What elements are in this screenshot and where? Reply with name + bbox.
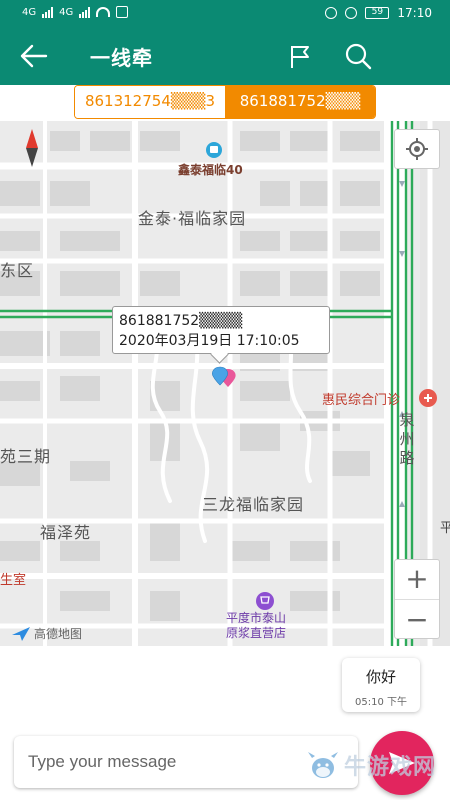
compass-icon[interactable] [24, 129, 40, 167]
message-bubble[interactable]: 你好 05:10 下午 [342, 658, 420, 712]
flag-icon[interactable] [284, 40, 316, 72]
back-arrow-icon[interactable] [18, 42, 50, 70]
locate-icon [406, 138, 428, 160]
amap-logo: 高德地图 [12, 625, 82, 642]
device-option-1[interactable]: 861312754▒▒▒3 [75, 86, 225, 118]
poi-label-hospital: 惠民综合门诊 [322, 393, 401, 408]
watermark-text: 牛游戏网 [344, 755, 437, 780]
zoom-out-button[interactable]: − [395, 599, 439, 639]
road-label-quanzhou: 泉州路 [399, 411, 415, 467]
status-left: 4G 4G [22, 6, 129, 18]
area-label-health: 生室 [0, 573, 27, 588]
chat-messages: 你好 05:10 下午 [0, 646, 450, 730]
area-label-phase3: 苑三期 [0, 447, 52, 466]
message-time: 05:10 下午 [355, 697, 407, 708]
search-icon[interactable] [342, 40, 374, 72]
message-text: 你好 [365, 668, 396, 686]
signal-icon [42, 6, 54, 18]
device-toggle: 861312754▒▒▒3 861881752▒▒▒ [74, 85, 376, 119]
app-screen: 4G 4G 59 17:10 一线牵 861312754▒▒▒3 8618817… [0, 0, 450, 800]
area-label-jintai: 金泰·福临家园 [138, 209, 247, 228]
signal-label-1: 4G [22, 6, 37, 18]
area-label-edge: 平 [440, 521, 450, 536]
area-label-fuze: 福泽苑 [40, 523, 92, 542]
watermark-cow-icon [308, 752, 338, 778]
mute-icon [345, 7, 358, 19]
status-bar: 4G 4G 59 17:10 [0, 0, 450, 28]
area-label-east: 东区 [0, 261, 35, 280]
poi-label-shop-line2: 原浆直营店 [226, 626, 287, 640]
locate-me-button[interactable] [394, 129, 440, 169]
poi-label-top: 鑫泰福临40 [178, 163, 243, 177]
wifi-icon [96, 7, 111, 17]
device-location-popup[interactable]: 861881752▒▒▒▒ 2020年03月19日 17:10:05 [112, 306, 330, 354]
signal-icon-2 [79, 6, 91, 18]
page-title: 一线牵 [90, 46, 153, 70]
signal-label-2: 4G [59, 6, 74, 18]
status-right: 59 17:10 [325, 6, 432, 20]
device-option-2[interactable]: 861881752▒▒▒ [225, 86, 375, 118]
zoom-controls: + − [394, 559, 440, 639]
app-bar: 一线牵 [0, 28, 450, 758]
zoom-in-button[interactable]: + [395, 559, 439, 599]
map-view[interactable]: 鑫泰福临40 金泰·福临家园 东区 861881752▒▒▒▒ 2020年03月… [0, 121, 450, 646]
watermark: 牛游戏网 [306, 748, 436, 782]
battery-icon: 59 [365, 7, 390, 19]
poi-label-shop: 平度市泰山 原浆直营店 [226, 611, 286, 641]
map-streets [0, 121, 450, 646]
area-label-sanlong: 三龙福临家园 [202, 495, 305, 514]
amap-logo-icon [12, 626, 30, 641]
poi-label-shop-line1: 平度市泰山 [226, 611, 287, 625]
status-time: 17:10 [397, 6, 432, 20]
popup-device-id: 861881752▒▒▒▒ [119, 313, 243, 329]
popup-datetime: 2020年03月19日 17:10:05 [119, 333, 300, 349]
notification-app-icon [116, 6, 129, 18]
location-icon [325, 7, 338, 19]
amap-logo-text: 高德地图 [34, 627, 83, 641]
